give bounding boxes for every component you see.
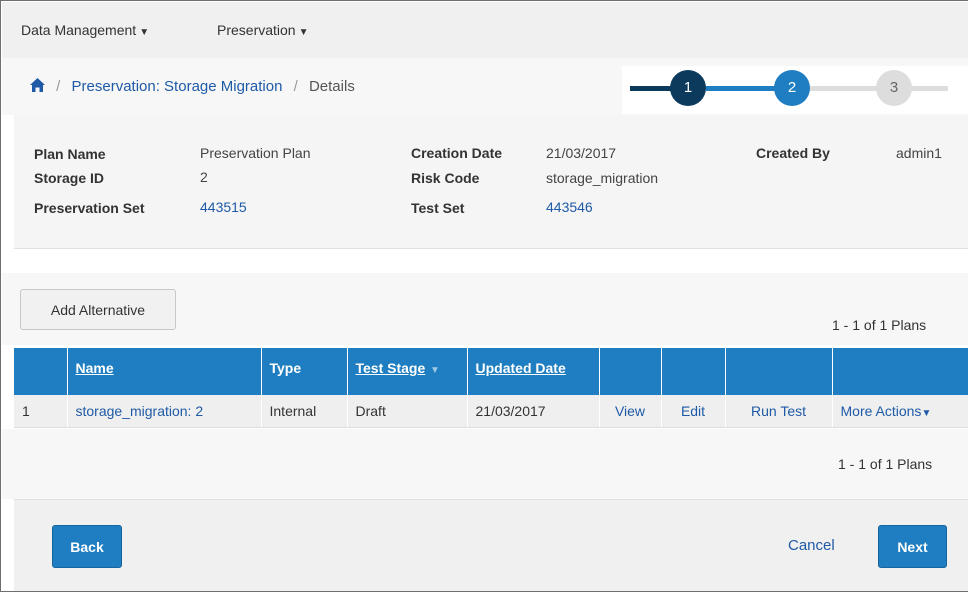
app-frame: Data Management ▼ Preservation ▼ / Preserv… [0, 0, 968, 592]
menu-preservation[interactable]: Preservation ▼ [217, 22, 309, 38]
test-set-link[interactable]: 443546 [546, 199, 593, 215]
caret-down-icon: ▼ [139, 27, 150, 38]
header-test-stage[interactable]: Test Stage ▼ [347, 348, 468, 395]
step-2: 2 [774, 70, 810, 106]
home-icon[interactable] [30, 78, 49, 95]
row-test-stage: Draft [347, 395, 468, 428]
plan-name-label: Plan Name [34, 146, 106, 162]
view-link[interactable]: View [599, 395, 662, 428]
created-by-label: Created By [756, 145, 830, 161]
pagination-count-top: 1 - 1 of 1 Plans [832, 317, 927, 333]
breadcrumb-separator: / [56, 78, 61, 95]
row-updated-date: 21/03/2017 [467, 395, 600, 428]
menu-label: Preservation [217, 22, 296, 38]
header-run-test [725, 348, 833, 395]
plan-details-panel: Plan Name Preservation Plan Storage ID 2… [14, 115, 968, 249]
caret-down-icon: ▼ [298, 27, 309, 38]
progress-stepper: 1 2 3 [622, 66, 968, 114]
top-menu-bar: Data Management ▼ Preservation ▼ [2, 2, 968, 58]
wizard-footer: Back Cancel Next [14, 499, 968, 591]
step-3: 3 [876, 70, 912, 106]
breadcrumb-current: Details [308, 78, 355, 95]
table-header-row: Name Type Test Stage ▼ Updated Date [14, 348, 968, 395]
alternatives-table: Name Type Test Stage ▼ Updated Date 1 st… [14, 348, 968, 428]
back-button[interactable]: Back [52, 525, 122, 568]
table-row: 1 storage_migration: 2 Internal Draft 21… [14, 395, 968, 428]
table-toolbar: Add Alternative 1 - 1 of 1 Plans [2, 273, 968, 345]
header-index [14, 348, 68, 395]
table-footer-area: 1 - 1 of 1 Plans [2, 429, 968, 499]
more-actions-label: More Actions [840, 402, 922, 419]
pagination-count-bottom: 1 - 1 of 1 Plans [838, 456, 933, 472]
sort-caret-icon: ▼ [427, 365, 440, 376]
menu-data-management[interactable]: Data Management ▼ [21, 22, 149, 38]
row-index: 1 [14, 395, 68, 428]
header-name[interactable]: Name [67, 348, 262, 395]
menu-label: Data Management [21, 22, 137, 38]
storage-id-value: 2 [200, 169, 208, 185]
created-by-value: admin1 [896, 145, 942, 161]
header-updated-date[interactable]: Updated Date [467, 348, 600, 395]
test-set-label: Test Set [411, 200, 465, 216]
breadcrumb-separator: / [293, 78, 298, 95]
cancel-link[interactable]: Cancel [788, 537, 835, 554]
breadcrumb: / Preservation: Storage Migration / Deta… [30, 78, 355, 95]
header-view [599, 348, 662, 395]
row-name-link[interactable]: storage_migration: 2 [67, 395, 262, 428]
risk-code-label: Risk Code [411, 170, 480, 186]
more-actions-dropdown[interactable]: More Actions▼ [832, 395, 968, 428]
step-1: 1 [670, 70, 706, 106]
caret-down-icon: ▼ [921, 407, 932, 419]
risk-code-value: storage_migration [546, 170, 659, 186]
row-type: Internal [261, 395, 348, 428]
header-type: Type [261, 348, 348, 395]
storage-id-label: Storage ID [34, 170, 105, 186]
creation-date-value: 21/03/2017 [546, 145, 617, 161]
next-button[interactable]: Next [878, 525, 947, 568]
run-test-link[interactable]: Run Test [725, 395, 833, 428]
preservation-set-label: Preservation Set [34, 200, 145, 216]
header-edit [661, 348, 726, 395]
add-alternative-button[interactable]: Add Alternative [20, 289, 176, 330]
breadcrumb-row: / Preservation: Storage Migration / Deta… [2, 58, 968, 115]
preservation-set-link[interactable]: 443515 [200, 199, 247, 215]
header-more-actions [832, 348, 968, 395]
edit-link[interactable]: Edit [661, 395, 726, 428]
creation-date-label: Creation Date [411, 145, 503, 161]
plan-name-value: Preservation Plan [200, 145, 311, 161]
breadcrumb-link[interactable]: Preservation: Storage Migration [72, 78, 283, 95]
